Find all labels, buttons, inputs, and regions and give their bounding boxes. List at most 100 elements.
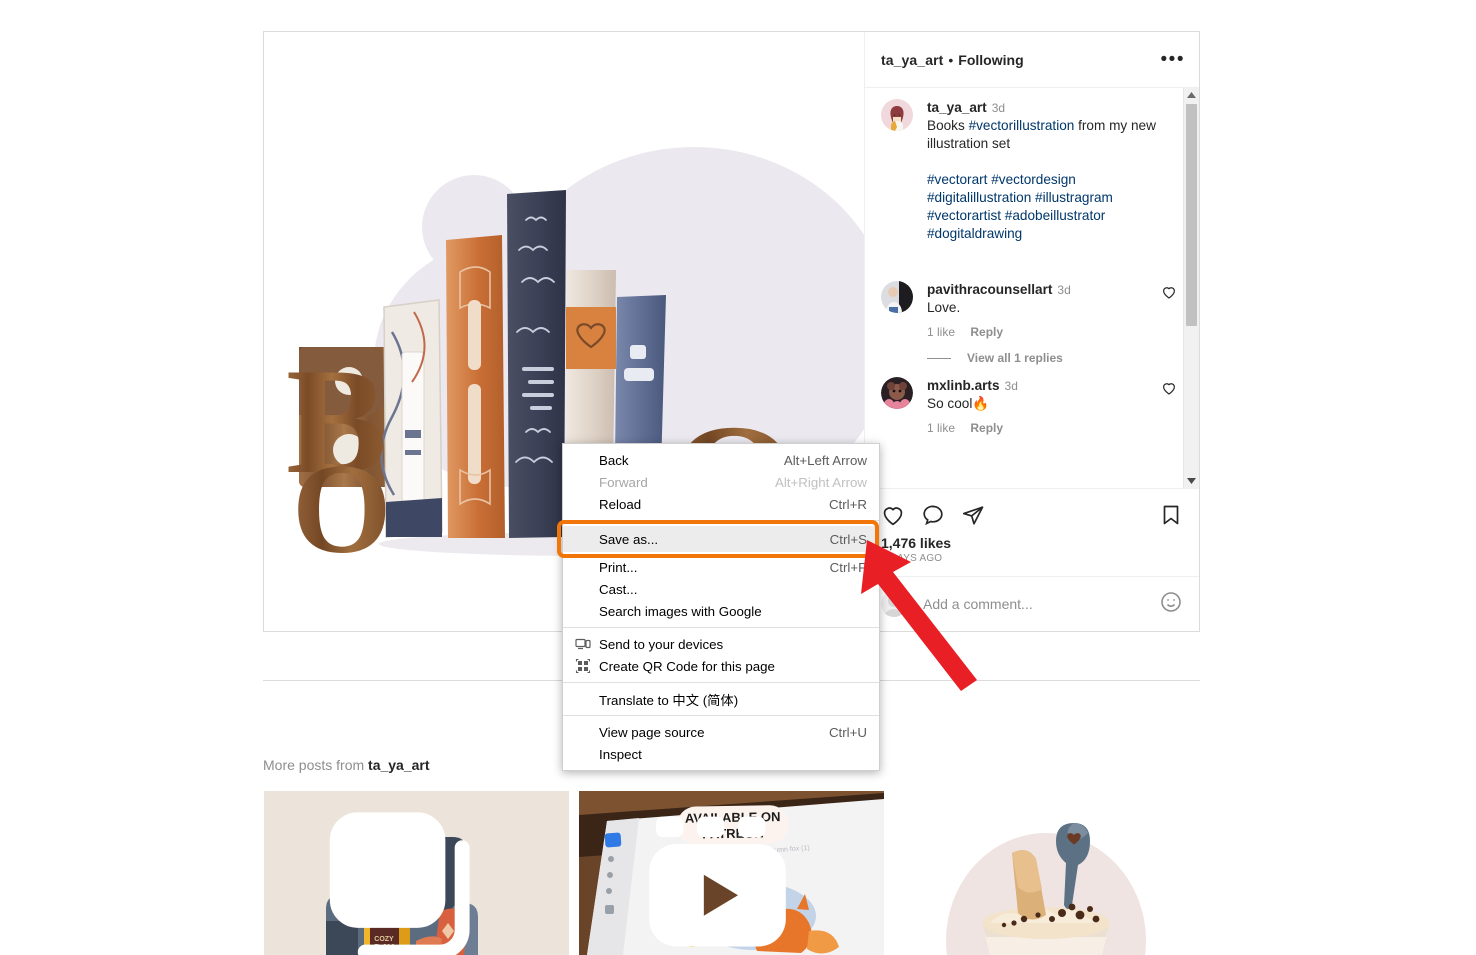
like-icon[interactable] — [881, 503, 905, 527]
share-icon[interactable] — [961, 503, 985, 527]
comments-scrollbar[interactable] — [1183, 88, 1199, 488]
menu-item-back[interactable]: Back Alt+Left Arrow — [563, 449, 879, 471]
more-posts-grid: COZY DAY Autumn fox (1) AVAILABLE ON PAT… — [264, 791, 1201, 955]
menu-separator — [563, 520, 879, 521]
more-posts-heading: More posts from ta_ya_art — [263, 757, 430, 773]
menu-item-print[interactable]: Print... Ctrl+P — [563, 556, 879, 578]
menu-separator — [563, 682, 879, 683]
post-timestamp: 3 DAYS AGO — [881, 553, 943, 564]
menu-item-label: Reload — [599, 496, 642, 512]
caption-text: Books #vectorillustration from my new il… — [927, 117, 1177, 153]
header-separator: • — [948, 51, 954, 68]
caption-username[interactable]: ta_ya_art — [927, 100, 987, 115]
menu-item-create-qr-code[interactable]: Create QR Code for this page — [563, 655, 879, 677]
menu-item-label: Translate to 中文 (简体) — [599, 692, 739, 708]
menu-item-shortcut: Ctrl+U — [828, 724, 867, 740]
menu-item-translate[interactable]: Translate to 中文 (简体) — [563, 688, 879, 710]
qr-code-icon — [575, 658, 591, 674]
post-header: ta_ya_art • Following ••• — [865, 32, 1199, 88]
view-replies-label: View all 1 replies — [967, 351, 1063, 365]
menu-item-send-to-your-devices[interactable]: Send to your devices — [563, 633, 879, 655]
bookmark-icon[interactable] — [1159, 503, 1183, 527]
heart-icon[interactable] — [1161, 377, 1177, 435]
menu-item-save-as[interactable]: Save as... Ctrl+S — [563, 526, 879, 552]
menu-separator — [563, 715, 879, 716]
current-user-avatar — [881, 591, 907, 617]
comment-username[interactable]: pavithracounsellart — [927, 282, 1052, 297]
post-owner-username[interactable]: ta_ya_art — [881, 52, 943, 68]
menu-item-shortcut: Ctrl+R — [828, 496, 867, 512]
caption-hashtags-line-1[interactable]: #vectorart #vectordesign — [927, 171, 1177, 189]
carousel-icon — [264, 803, 555, 955]
menu-item-label: Back — [599, 452, 629, 468]
more-options-icon[interactable]: ••• — [1161, 50, 1185, 69]
list-item: pavithracounsellart 3d Love. 1 like Reply — [881, 281, 1177, 339]
menu-item-shortcut: Ctrl+P — [829, 559, 867, 575]
menu-item-label: View page source — [599, 724, 705, 740]
avatar[interactable] — [881, 377, 913, 409]
menu-item-label: Print... — [599, 559, 638, 575]
divider-line — [927, 357, 951, 359]
page-root: B O ta_ya_art • Following ••• ta_ya_art … — [0, 0, 1476, 955]
menu-item-shortcut: Ctrl+S — [829, 531, 867, 547]
caption-prefix: Books — [927, 118, 969, 133]
comment-text: So cool🔥 — [927, 396, 990, 411]
post-caption: ta_ya_art 3d Books #vectorillustration fr… — [881, 99, 1177, 243]
post-actions: 1,476 likes 3 DAYS AGO — [865, 488, 1199, 576]
more-post-tile-dessert[interactable] — [894, 791, 1199, 955]
menu-item-label: Send to your devices — [599, 636, 724, 652]
menu-item-view-page-source[interactable]: View page source Ctrl+U — [563, 721, 879, 743]
list-item: mxlinb.arts 3d So cool🔥 1 like Reply — [881, 377, 1177, 435]
add-comment-input[interactable] — [921, 595, 1159, 613]
caption-hashtags-line-4[interactable]: #dogitaldrawing — [927, 225, 1177, 243]
comment-icon[interactable] — [921, 503, 945, 527]
caption-hashtags-line-2[interactable]: #digitalillustration #illustragram — [927, 189, 1177, 207]
more-posts-owner[interactable]: ta_ya_art — [368, 757, 430, 773]
scrollbar-thumb[interactable] — [1186, 104, 1197, 326]
scroll-up-arrow-icon[interactable] — [1184, 88, 1199, 102]
menu-separator — [563, 627, 879, 628]
more-post-tile-armchair[interactable]: COZY DAY — [264, 791, 569, 955]
comment-time: 3d — [1057, 283, 1071, 297]
menu-item-save-as-wrapper: Save as... Ctrl+S — [557, 520, 879, 558]
caption-inline-hashtag[interactable]: #vectorillustration — [969, 118, 1075, 133]
comment-username[interactable]: mxlinb.arts — [927, 378, 1000, 393]
post-side-panel: ta_ya_art • Following ••• ta_ya_art 3d B… — [864, 32, 1199, 631]
menu-item-label: Forward — [599, 474, 648, 490]
caption-time: 3d — [991, 101, 1006, 115]
more-post-tile-patreon[interactable]: Autumn fox (1) AVAILABLE ON PATREON — [579, 791, 884, 955]
comment-reply-button[interactable]: Reply — [970, 325, 1003, 339]
menu-item-label: Create QR Code for this page — [599, 658, 775, 674]
comment-time: 3d — [1004, 379, 1018, 393]
more-posts-prefix: More posts from — [263, 757, 369, 773]
menu-item-forward[interactable]: Forward Alt+Right Arrow — [563, 471, 879, 493]
view-replies-button[interactable]: View all 1 replies — [927, 351, 1177, 365]
heart-icon[interactable] — [1161, 281, 1177, 339]
menu-item-inspect[interactable]: Inspect — [563, 743, 879, 765]
comment-reply-button[interactable]: Reply — [970, 421, 1003, 435]
comment-like-count: 1 like — [927, 421, 956, 435]
menu-item-shortcut: Alt+Left Arrow — [783, 452, 867, 468]
menu-item-label: Save as... — [599, 531, 659, 547]
comment-text: Love. — [927, 300, 961, 315]
comments-scroll-area[interactable]: ta_ya_art 3d Books #vectorillustration fr… — [865, 88, 1199, 488]
caption-hashtags-line-3[interactable]: #vectorartist #adobeillustrator — [927, 207, 1177, 225]
add-comment-bar — [865, 576, 1199, 631]
reels-icon — [579, 803, 870, 955]
following-button[interactable]: Following — [958, 52, 1023, 68]
devices-icon — [575, 636, 591, 652]
comment-like-count: 1 like — [927, 325, 956, 339]
menu-item-shortcut: Alt+Right Arrow — [774, 474, 867, 490]
menu-item-cast[interactable]: Cast... — [563, 578, 879, 600]
avatar[interactable] — [881, 281, 913, 313]
browser-context-menu[interactable]: Back Alt+Left Arrow Forward Alt+Right Ar… — [557, 443, 880, 771]
menu-item-search-images-with-google[interactable]: Search images with Google — [563, 600, 879, 622]
menu-item-label: Search images with Google — [599, 603, 762, 619]
svg-text:O: O — [292, 438, 392, 580]
scroll-down-arrow-icon[interactable] — [1184, 474, 1199, 488]
like-count[interactable]: 1,476 likes — [881, 535, 1183, 553]
avatar[interactable] — [881, 99, 913, 131]
menu-item-reload[interactable]: Reload Ctrl+R — [563, 493, 879, 515]
emoji-icon[interactable] — [1159, 590, 1183, 619]
menu-item-label: Inspect — [599, 746, 642, 762]
